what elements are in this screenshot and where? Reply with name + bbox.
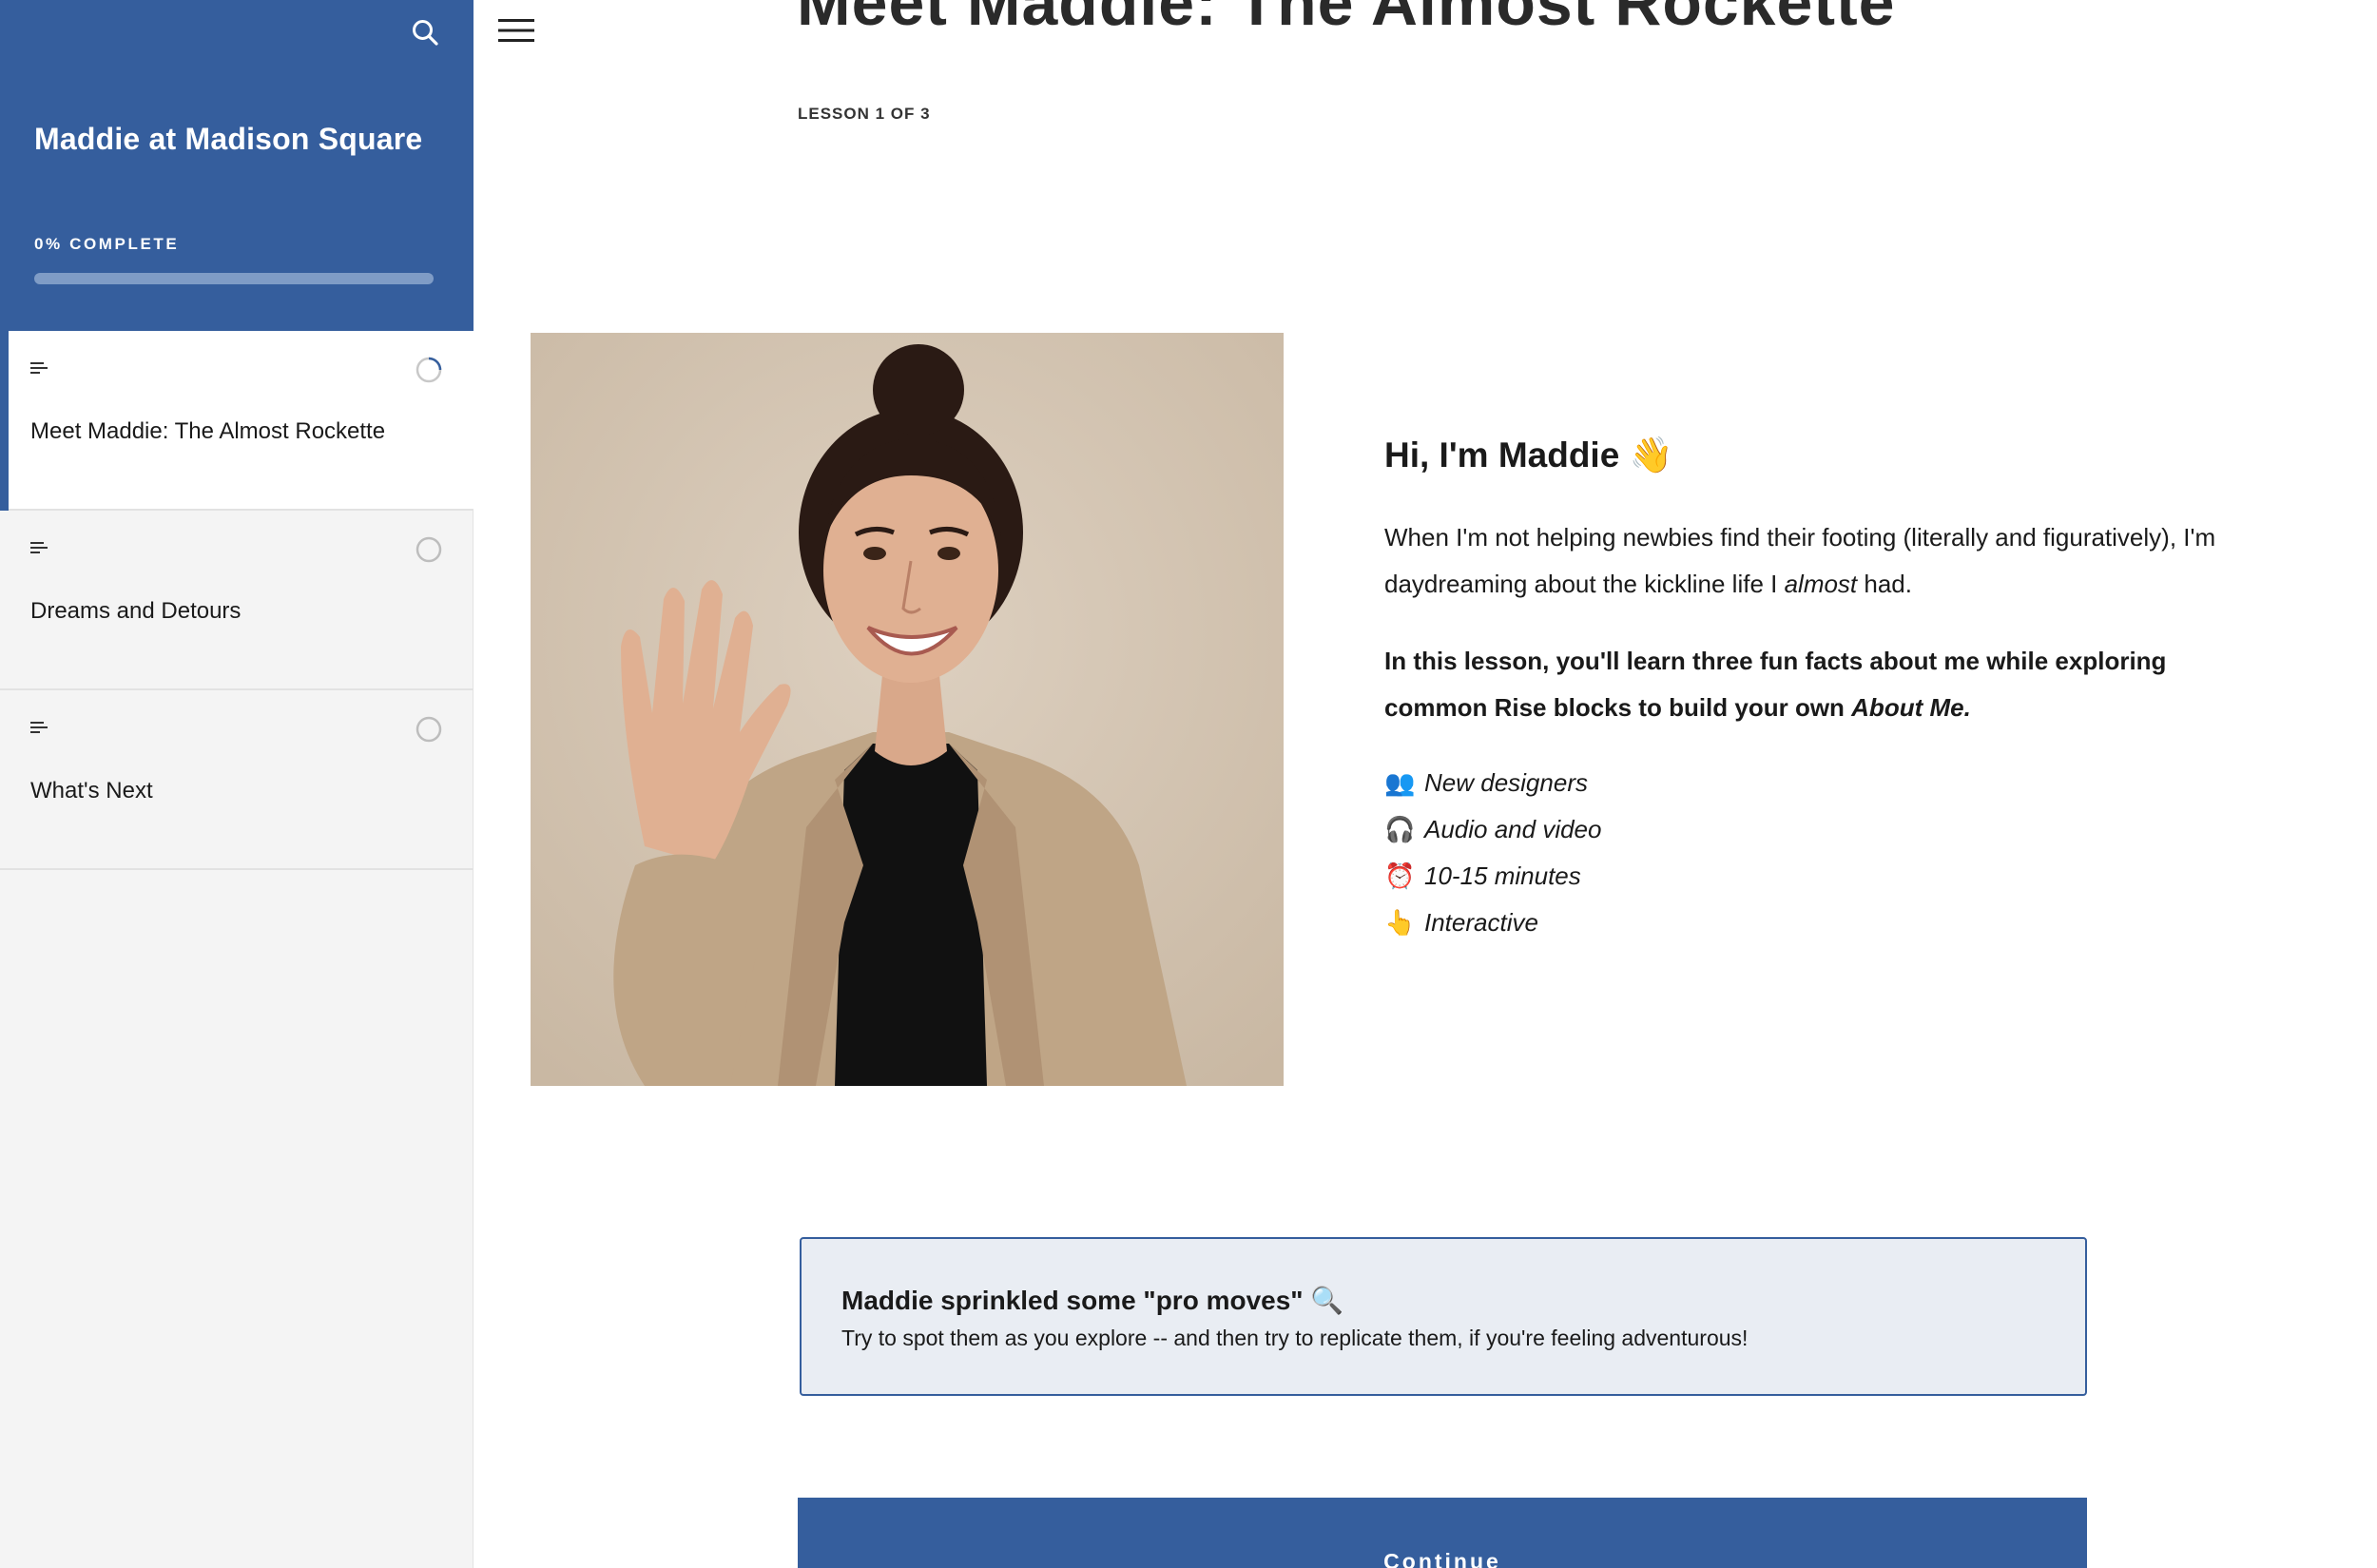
text-lesson-icon	[30, 722, 48, 733]
sidebar-item-label: Meet Maddie: The Almost Rockette	[30, 418, 386, 444]
not-started-status-icon	[415, 716, 442, 743]
callout-text: Try to spot them as you explore -- and t…	[841, 1326, 1749, 1350]
lesson-counter: LESSON 1 OF 3	[798, 105, 931, 123]
lesson-goal-text: In this lesson, you'll learn three fun f…	[1384, 647, 2167, 722]
people-icon: 👥	[1384, 768, 1416, 797]
intro-heading: Hi, I'm Maddie 👋	[1384, 436, 1673, 474]
continue-button[interactable]: Continue	[798, 1498, 2087, 1568]
not-started-status-icon	[415, 536, 442, 563]
maddie-portrait-image	[531, 333, 1284, 1086]
intro-paragraph: When I'm not helping newbies find their …	[1384, 514, 2240, 608]
pro-moves-callout: Maddie sprinkled some "pro moves" 🔍 Try …	[800, 1237, 2087, 1396]
fact-text: 10-15 minutes	[1424, 861, 1581, 890]
list-item: ⏰ 10-15 minutes	[1384, 853, 2240, 900]
intro-emphasis: almost	[1784, 570, 1858, 598]
course-title: Maddie at Madison Square	[34, 122, 423, 156]
fact-text: Interactive	[1424, 908, 1538, 937]
alarm-clock-icon: ⏰	[1384, 861, 1416, 890]
sidebar-item-meet-maddie[interactable]: Meet Maddie: The Almost Rockette	[0, 331, 473, 511]
intro-section: Hi, I'm Maddie 👋 When I'm not helping ne…	[1384, 436, 2240, 946]
list-item: 🎧 Audio and video	[1384, 806, 2240, 853]
search-button[interactable]	[404, 11, 446, 53]
hamburger-menu-icon	[498, 19, 534, 42]
list-item: 👥 New designers	[1384, 760, 2240, 806]
fact-text: New designers	[1424, 768, 1588, 797]
text-lesson-icon	[30, 542, 48, 553]
fact-text: Audio and video	[1424, 815, 1602, 843]
callout-title: Maddie sprinkled some "pro moves" 🔍	[841, 1286, 1344, 1315]
sidebar-item-label: Dreams and Detours	[30, 598, 242, 624]
sidebar-item-whats-next[interactable]: What's Next	[0, 690, 473, 870]
text-lesson-icon	[30, 362, 48, 374]
lesson-goal-paragraph: In this lesson, you'll learn three fun f…	[1384, 638, 2240, 731]
sidebar-header: Maddie at Madison Square 0% COMPLETE	[0, 0, 473, 331]
lesson-facts-list: 👥 New designers 🎧 Audio and video ⏰ 10-15 m…	[1384, 760, 2240, 946]
sidebar: Maddie at Madison Square 0% COMPLETE Mee…	[0, 0, 473, 1568]
list-item: 👆 Interactive	[1384, 900, 2240, 946]
search-icon	[413, 20, 438, 46]
progress-label: 0% COMPLETE	[34, 235, 180, 253]
lesson-goal-emphasis: About Me.	[1851, 693, 1971, 722]
page-title: Meet Maddie: The Almost Rockette	[797, 0, 1896, 39]
progress-bar	[34, 273, 434, 284]
in-progress-status-icon	[415, 357, 442, 383]
headphones-icon: 🎧	[1384, 815, 1416, 843]
sidebar-item-label: What's Next	[30, 778, 153, 803]
menu-toggle-button[interactable]	[493, 11, 540, 49]
intro-text: had.	[1857, 570, 1912, 598]
pointing-hand-icon: 👆	[1384, 908, 1416, 937]
sidebar-item-dreams-and-detours[interactable]: Dreams and Detours	[0, 511, 473, 690]
active-lesson-indicator	[0, 331, 9, 511]
